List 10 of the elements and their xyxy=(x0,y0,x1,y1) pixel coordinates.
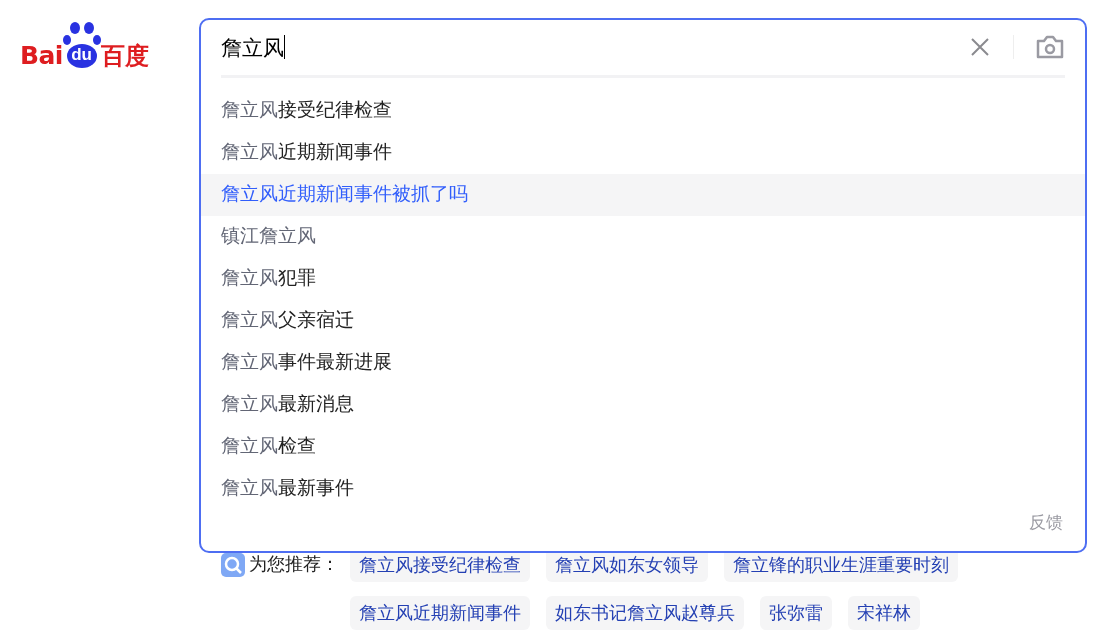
camera-icon xyxy=(1035,34,1065,61)
recommendation-chip[interactable]: 如东书记詹立风赵尊兵 xyxy=(546,596,744,630)
search-input[interactable]: 詹立风 xyxy=(221,27,968,68)
recommendation-chip[interactable]: 张弥雷 xyxy=(760,596,832,630)
recommend-label: 为您推荐： xyxy=(249,553,339,576)
baidu-logo: Bai du 百度 xyxy=(20,22,149,68)
close-icon xyxy=(970,37,990,58)
recommendation-chip[interactable]: 宋祥林 xyxy=(848,596,920,630)
suggestion-item[interactable]: 詹立风近期新闻事件被抓了吗 xyxy=(201,173,1085,216)
recommendation-chip[interactable]: 詹立风近期新闻事件 xyxy=(350,596,530,630)
